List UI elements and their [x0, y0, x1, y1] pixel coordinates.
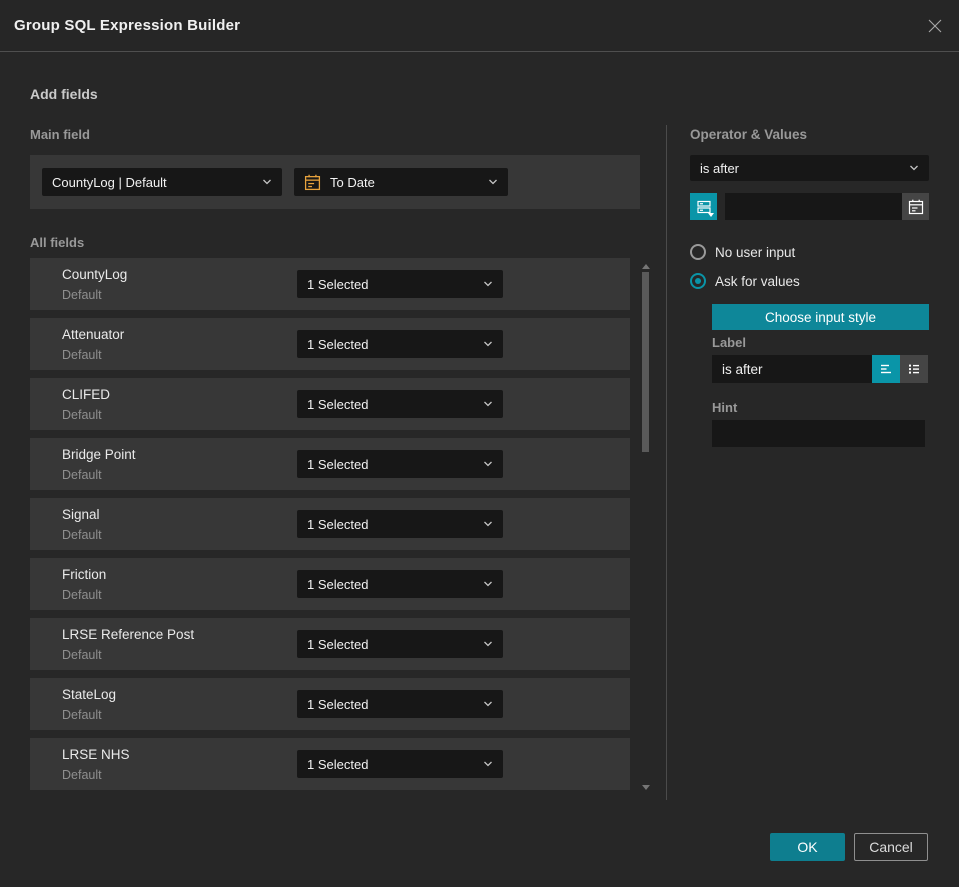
field-source: Default [62, 588, 102, 602]
all-fields-label: All fields [30, 235, 85, 250]
field-name: StateLog [62, 687, 117, 702]
dialog-header: Group SQL Expression Builder [0, 0, 959, 52]
main-field-label: Main field [30, 127, 90, 142]
stack-values-icon[interactable] [690, 193, 717, 220]
all-fields-list: CountyLog Default 1 Selected Attenuator … [30, 258, 630, 790]
chevron-down-icon [262, 178, 272, 186]
cancel-button[interactable]: Cancel [854, 833, 928, 861]
add-fields-heading: Add fields [30, 86, 98, 102]
chevron-down-icon [483, 280, 493, 288]
chevron-down-icon [488, 178, 498, 186]
field-source: Default [62, 408, 102, 422]
field-row: LRSE Reference Post Default 1 Selected [30, 618, 630, 670]
field-values-select-value: 1 Selected [307, 456, 369, 472]
mini-caret-icon [708, 213, 714, 217]
field-values-select[interactable]: 1 Selected [297, 570, 503, 598]
field-row: LRSE NHS Default 1 Selected [30, 738, 630, 790]
field-name: Friction [62, 567, 107, 582]
field-name: Signal [62, 507, 100, 522]
radio-circle-selected-icon [690, 273, 706, 289]
field-source: Default [62, 708, 102, 722]
label-field-label: Label [712, 335, 746, 350]
field-source: Default [62, 348, 102, 362]
field-name: LRSE Reference Post [62, 627, 195, 642]
radio-ask-for-values-label: Ask for values [715, 273, 800, 289]
field-values-select[interactable]: 1 Selected [297, 690, 503, 718]
radio-circle-icon [690, 244, 706, 260]
value-input[interactable] [725, 193, 929, 220]
calendar-icon [304, 174, 321, 191]
chevron-down-icon [483, 340, 493, 348]
field-values-select-value: 1 Selected [307, 396, 369, 412]
field-values-select-value: 1 Selected [307, 756, 369, 772]
scroll-up-arrow-icon[interactable] [642, 264, 650, 269]
field-values-select-value: 1 Selected [307, 516, 369, 532]
calendar-picker-icon[interactable] [902, 193, 929, 220]
radio-no-user-input-label: No user input [715, 244, 796, 260]
field-source: Default [62, 648, 102, 662]
field-row: Attenuator Default 1 Selected [30, 318, 630, 370]
radio-ask-for-values[interactable]: Ask for values [690, 273, 800, 289]
field-values-select[interactable]: 1 Selected [297, 390, 503, 418]
field-name: CLIFED [62, 387, 111, 402]
chevron-down-icon [909, 164, 919, 172]
choose-input-style-button[interactable]: Choose input style [712, 304, 929, 330]
scrollbar-thumb[interactable] [642, 272, 649, 452]
dialog-title: Group SQL Expression Builder [14, 17, 241, 34]
value-field-wrapper [725, 193, 929, 220]
main-field-panel: CountyLog | Default To Date [30, 155, 640, 209]
field-name: CountyLog [62, 267, 128, 282]
chevron-down-icon [483, 700, 493, 708]
operator-select-value: is after [700, 160, 740, 176]
main-field-date-select[interactable]: To Date [294, 168, 508, 196]
chevron-down-icon [483, 520, 493, 528]
field-source: Default [62, 768, 102, 782]
chevron-down-icon [483, 400, 493, 408]
chevron-down-icon [483, 580, 493, 588]
field-source: Default [62, 288, 102, 302]
field-row: CountyLog Default 1 Selected [30, 258, 630, 310]
bulleted-list-icon[interactable] [900, 355, 928, 383]
field-row: Friction Default 1 Selected [30, 558, 630, 610]
operator-values-heading: Operator & Values [690, 127, 808, 142]
chevron-down-icon [483, 460, 493, 468]
main-field-select[interactable]: CountyLog | Default [42, 168, 282, 196]
field-values-select[interactable]: 1 Selected [297, 510, 503, 538]
field-values-select[interactable]: 1 Selected [297, 330, 503, 358]
field-values-select[interactable]: 1 Selected [297, 630, 503, 658]
field-row: StateLog Default 1 Selected [30, 678, 630, 730]
field-values-select-value: 1 Selected [307, 336, 369, 352]
field-values-select-value: 1 Selected [307, 636, 369, 652]
field-source: Default [62, 528, 102, 542]
field-values-select-value: 1 Selected [307, 276, 369, 292]
hint-field-label: Hint [712, 400, 738, 415]
close-icon[interactable] [926, 17, 944, 35]
chevron-down-icon [483, 640, 493, 648]
align-left-icon[interactable] [872, 355, 900, 383]
field-values-select[interactable]: 1 Selected [297, 450, 503, 478]
chevron-down-icon [483, 760, 493, 768]
scroll-down-arrow-icon[interactable] [642, 785, 650, 790]
field-values-select-value: 1 Selected [307, 576, 369, 592]
operator-select[interactable]: is after [690, 155, 929, 181]
field-source: Default [62, 468, 102, 482]
ok-button[interactable]: OK [770, 833, 845, 861]
field-row: Bridge Point Default 1 Selected [30, 438, 630, 490]
label-input[interactable] [712, 355, 872, 383]
field-name: Bridge Point [62, 447, 136, 462]
group-sql-expression-builder-dialog: Group SQL Expression Builder Add fields … [0, 0, 959, 887]
field-name: Attenuator [62, 327, 125, 342]
field-values-select[interactable]: 1 Selected [297, 270, 503, 298]
field-values-select-value: 1 Selected [307, 696, 369, 712]
main-field-select-value: CountyLog | Default [52, 174, 167, 190]
list-scrollbar[interactable] [641, 258, 652, 794]
panel-divider [666, 125, 667, 800]
hint-input[interactable] [712, 420, 925, 447]
main-field-date-select-value: To Date [330, 174, 375, 190]
field-name: LRSE NHS [62, 747, 130, 762]
field-values-select[interactable]: 1 Selected [297, 750, 503, 778]
radio-no-user-input[interactable]: No user input [690, 244, 795, 260]
field-row: Signal Default 1 Selected [30, 498, 630, 550]
field-row: CLIFED Default 1 Selected [30, 378, 630, 430]
